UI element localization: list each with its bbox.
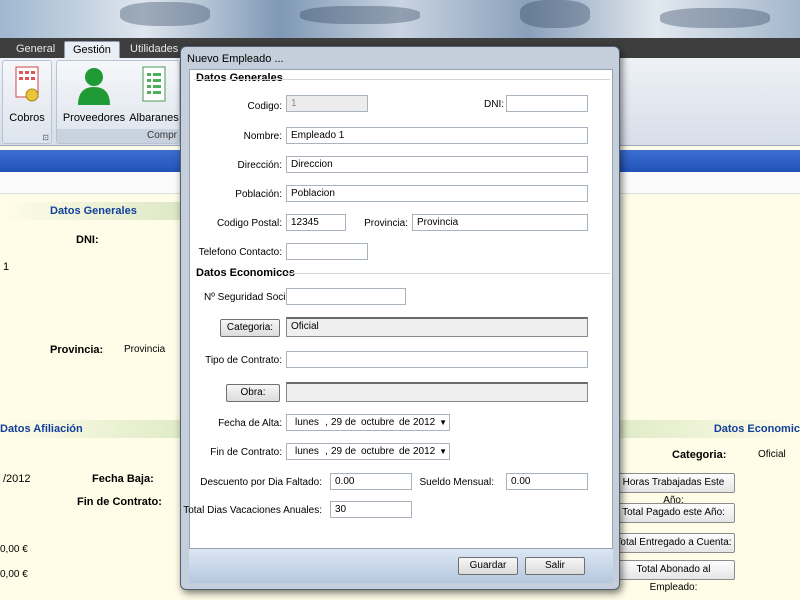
bg-fin-contrato-label: Fin de Contrato: (77, 496, 162, 508)
fin-contrato-label: Fin de Contrato: (210, 447, 282, 458)
cobros-label: Cobros (9, 112, 45, 124)
poblacion-field[interactable]: Poblacion (286, 185, 588, 202)
sueldo-field[interactable]: 0.00 (506, 473, 588, 490)
provincia-field[interactable]: Provincia (412, 214, 588, 231)
bg-money-1: 0,00 € (0, 544, 28, 555)
tipo-contrato-label: Tipo de Contrato: (205, 355, 282, 366)
dni-label: DNI: (484, 99, 504, 110)
bg-section-datos-afiliacion: Datos Afiliación (0, 420, 180, 438)
descuento-field[interactable]: 0.00 (330, 473, 412, 490)
obra-button[interactable]: Obra: (226, 384, 280, 402)
dialog-footer: Guardar Salir (189, 549, 613, 583)
total-pagado-button[interactable]: Total Pagado este Año: (612, 503, 735, 523)
fecha-alta-label: Fecha de Alta: (218, 418, 282, 429)
tipo-contrato-field[interactable] (286, 351, 588, 368)
horas-trabajadas-button[interactable]: Horas Trabajadas Este Año: (612, 473, 735, 506)
nombre-label: Nombre: (243, 131, 282, 142)
ribbon-group-caption: Compr (57, 129, 179, 143)
proveedores-label: Proveedores (62, 112, 126, 124)
user-green-icon (78, 68, 110, 105)
direccion-field[interactable]: Direccion (286, 156, 588, 173)
codigo-field[interactable]: 1 (286, 95, 368, 112)
dropdown-arrow-icon[interactable]: ▼ (439, 444, 447, 459)
bg-categoria-value: Oficial (758, 449, 786, 460)
dialog-client-area: Datos Generales Codigo: 1 DNI: Nombre: E… (183, 69, 613, 549)
nss-field[interactable] (286, 288, 406, 305)
salir-button[interactable]: Salir (525, 557, 585, 575)
provincia-label: Provincia: (364, 218, 408, 229)
bg-section-datos-economicos: Datos Economic (620, 420, 800, 438)
bg-categoria-label: Categoria: (672, 449, 727, 461)
codigo-postal-label: Codigo Postal: (216, 218, 282, 229)
bg-fecha-baja-label: Fecha Baja: (92, 473, 154, 485)
tab-utilidades[interactable]: Utilidades (122, 41, 186, 58)
tab-gestion[interactable]: Gestión (64, 41, 120, 58)
group-launcher-icon[interactable]: ⊡ (42, 133, 49, 142)
nuevo-empleado-dialog: Nuevo Empleado ... Datos Generales Codig… (180, 46, 620, 590)
albaranes-icon (142, 66, 166, 102)
total-abonado-button[interactable]: Total Abonado al Empleado: (612, 560, 735, 593)
ribbon-group-compras: Proveedores Albaranes Compr (56, 60, 180, 144)
bg-provincia-value: Provincia (124, 344, 166, 355)
tab-general[interactable]: General (8, 41, 63, 58)
vacaciones-label: Total Dias Vacaciones Anuales: (183, 505, 322, 516)
cobros-icon (15, 66, 39, 102)
codigo-postal-field[interactable]: 12345 (286, 214, 346, 231)
nombre-field[interactable]: Empleado 1 (286, 127, 588, 144)
cobros-button[interactable]: Cobros (5, 65, 49, 124)
vacaciones-field[interactable]: 30 (330, 501, 412, 518)
telefono-label: Telefono Contacto: (198, 247, 282, 258)
bg-date-fragment: /2012 (3, 473, 31, 485)
bg-section-datos-generales: Datos Generales (0, 202, 180, 220)
guardar-button[interactable]: Guardar (458, 557, 518, 575)
poblacion-label: Población: (235, 189, 282, 200)
categoria-button[interactable]: Categoria: (220, 319, 280, 337)
section-datos-generales: Datos Generales (196, 72, 283, 84)
bg-value-one: 1 (3, 261, 10, 273)
codigo-label: Codigo: (247, 101, 282, 112)
fecha-alta-picker[interactable]: lunes , 29 de octubre de 2012 ▼ (286, 414, 450, 431)
desktop-background (0, 0, 800, 38)
telefono-field[interactable] (286, 243, 368, 260)
obra-field (286, 382, 588, 402)
proveedores-button[interactable]: Proveedores (61, 65, 127, 124)
descuento-label: Descuento por Dia Faltado: (200, 477, 322, 488)
total-entregado-button[interactable]: Total Entregado a Cuenta: (612, 533, 735, 553)
sueldo-label: Sueldo Mensual: (419, 477, 495, 488)
dropdown-arrow-icon[interactable]: ▼ (439, 415, 447, 430)
categoria-field: Oficial (286, 317, 588, 337)
bg-money-2: 0,00 € (0, 569, 28, 580)
bg-dni-label: DNI: (76, 234, 99, 246)
dni-field[interactable] (506, 95, 588, 112)
dialog-title: Nuevo Empleado ... (187, 53, 284, 65)
section-datos-economicos: Datos Economicos (196, 267, 296, 279)
bg-provincia-label: Provincia: (50, 344, 104, 356)
nss-label: Nº Seguridad Social: (204, 292, 297, 303)
ribbon-group-cobros: Cobros ⊡ (2, 60, 52, 144)
albaranes-label: Albaranes (129, 112, 179, 124)
fin-contrato-picker[interactable]: lunes , 29 de octubre de 2012 ▼ (286, 443, 450, 460)
direccion-label: Dirección: (237, 160, 282, 171)
albaranes-button[interactable]: Albaranes (129, 65, 179, 124)
